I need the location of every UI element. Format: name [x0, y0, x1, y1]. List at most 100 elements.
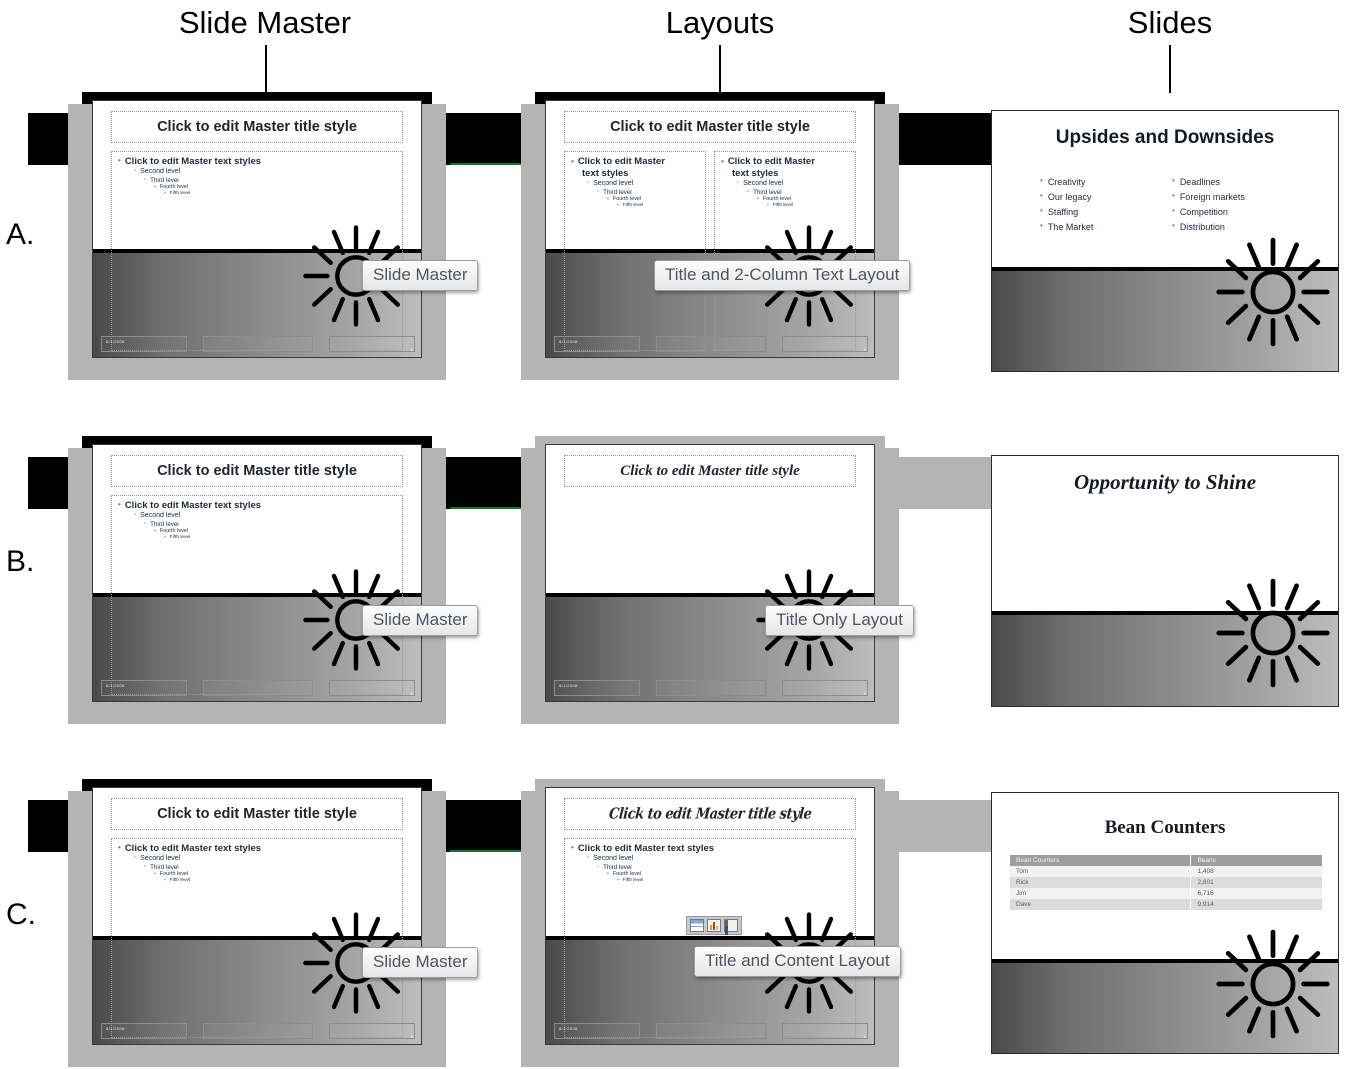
- bullet-glyph: ▫: [134, 167, 137, 174]
- bullet-glyph: •: [118, 500, 121, 509]
- master-level-4: ▪ Fourth level: [154, 871, 189, 878]
- master-level-4: ▪ Fourth level: [154, 528, 189, 535]
- layout-panel-a[interactable]: Click to edit Master title style • Click …: [521, 92, 899, 380]
- footer-date-placeholder[interactable]: 8/1/2008: [101, 336, 187, 352]
- master-title-text: Click to edit Master title style: [157, 806, 357, 822]
- master-title-placeholder[interactable]: Click to edit Master title style: [111, 798, 403, 830]
- master-level-2: ▫ Second level: [134, 854, 181, 862]
- footer-number-placeholder[interactable]: [329, 336, 415, 352]
- slide-master-panel-b[interactable]: Click to edit Master title style • Click …: [68, 436, 446, 724]
- content-placeholder-icons[interactable]: [686, 916, 742, 935]
- footer-text-placeholder[interactable]: [203, 336, 313, 352]
- bullet-glyph: •: [1040, 176, 1043, 185]
- footer-date-text: 8/1/2008: [106, 1026, 125, 1031]
- layout-level-4: ▪ Fourth level: [607, 871, 642, 878]
- footer-text-placeholder[interactable]: [203, 680, 313, 696]
- master-title-placeholder[interactable]: Click to edit Master title style: [111, 111, 403, 143]
- table-col-header-beans: Beans: [1190, 855, 1322, 866]
- master-title-text: Click to edit Master title style: [157, 463, 357, 479]
- table-icon[interactable]: [690, 919, 704, 932]
- connector-ribbon-c-right: [888, 800, 1003, 852]
- finished-slide-b[interactable]: Opportunity to Shine: [991, 455, 1339, 707]
- layout-title-placeholder[interactable]: Click to edit Master title style: [564, 111, 856, 143]
- footer-date-placeholder[interactable]: 8/1/2008: [554, 680, 640, 696]
- bullet-glyph: •: [721, 157, 724, 166]
- layout-level-3: ▫ Third level: [747, 188, 782, 196]
- bullet-glyph: •: [118, 156, 121, 165]
- footer-slide-number: ▲: [409, 691, 415, 697]
- footer-text-placeholder[interactable]: [203, 1023, 313, 1039]
- leader-line-layouts: [719, 45, 721, 93]
- slide-master-panel-c[interactable]: Click to edit Master title style • Click …: [68, 779, 446, 1067]
- table-cell-name: Jim: [1016, 890, 1027, 897]
- connector-ribbon-a-right: [888, 113, 1003, 165]
- footer-date-text: 8/1/2008: [559, 683, 578, 688]
- master-slide-canvas-b[interactable]: Click to edit Master title style • Click …: [92, 444, 422, 702]
- bullet-glyph: ▫: [134, 511, 137, 518]
- master-level-1: • Click to edit Master text styles: [118, 156, 262, 167]
- bullet-glyph: ▪: [617, 878, 619, 884]
- master-level-5: ▪ Fifth level: [164, 878, 191, 884]
- bullet-item: • Competition: [1172, 206, 1228, 218]
- footer-number-placeholder[interactable]: [782, 680, 868, 696]
- bullet-glyph: ▪: [164, 191, 166, 197]
- table-row: Tom 1,408: [1010, 866, 1322, 877]
- footer-text-placeholder[interactable]: [656, 336, 766, 352]
- footer-date-text: 8/1/2008: [559, 339, 578, 344]
- footer-number-placeholder[interactable]: [782, 1023, 868, 1039]
- footer-number-placeholder[interactable]: [329, 680, 415, 696]
- footer-date-placeholder[interactable]: 8/1/2008: [101, 680, 187, 696]
- layout-footer-strip: 8/1/2008 ▲: [546, 331, 874, 357]
- footer-date-placeholder[interactable]: 8/1/2008: [101, 1023, 187, 1039]
- footer-number-placeholder[interactable]: [329, 1023, 415, 1039]
- master-slide-canvas-c[interactable]: Click to edit Master title style • Click …: [92, 787, 422, 1045]
- layout-level-2: ▫ Second level: [587, 854, 634, 862]
- layout-level-5: ▪ Fifth level: [617, 203, 644, 208]
- layout-title-placeholder[interactable]: Click to edit Master title style: [564, 798, 856, 830]
- master-title-placeholder[interactable]: Click to edit Master title style: [111, 455, 403, 487]
- footer-text-placeholder[interactable]: [656, 1023, 766, 1039]
- bullet-item: • Staffing: [1040, 206, 1079, 218]
- footer-text-placeholder[interactable]: [656, 680, 766, 696]
- column-header-slide-master: Slide Master: [178, 5, 352, 40]
- table-row: Jim 6,716: [1010, 888, 1322, 899]
- table-cell-name: Tom: [1016, 868, 1029, 875]
- layout-slide-canvas-b[interactable]: Click to edit Master title style 8/1/200…: [545, 444, 875, 702]
- bullet-glyph: ▪: [154, 184, 156, 191]
- bullet-item: • Deadlines: [1172, 176, 1220, 188]
- tooltip-slide-master-b: Slide Master: [362, 605, 479, 636]
- tooltip-two-column-layout: Title and 2-Column Text Layout: [654, 260, 911, 291]
- footer-number-placeholder[interactable]: [782, 336, 868, 352]
- slide-bullets-right-a: • Deadlines • Foreign markets • Competition…: [1172, 177, 1245, 237]
- footer-slide-number: ▲: [862, 691, 868, 697]
- layout-footer-strip: 8/1/2008 ▲: [546, 1018, 874, 1044]
- master-slide-canvas-a[interactable]: Click to edit Master title style • Click …: [92, 100, 422, 358]
- master-level-5: ▪ Fifth level: [164, 535, 191, 541]
- finished-slide-c[interactable]: Bean Counters Bean Counters Beans Tom 1,…: [991, 792, 1339, 1054]
- master-level-3: ▫ Third level: [144, 520, 179, 528]
- footer-date-placeholder[interactable]: 8/1/2008: [554, 1023, 640, 1039]
- layout-panel-c[interactable]: Click to edit Master title style • Click …: [521, 779, 899, 1067]
- layout-body-placeholder-left[interactable]: • Click to edit Master text styles ▫ Secon…: [564, 151, 706, 351]
- bullet-glyph: ▫: [587, 179, 590, 186]
- layout-title-placeholder[interactable]: Click to edit Master title style: [564, 455, 856, 487]
- bean-counters-table[interactable]: Bean Counters Beans Tom 1,408 Rick 2,801…: [1010, 855, 1322, 910]
- bullet-item: • Our legacy: [1040, 191, 1092, 203]
- finished-slide-a[interactable]: Upsides and Downsides • Creativity • Our l…: [991, 110, 1339, 372]
- chart-icon[interactable]: [707, 919, 721, 932]
- layout-level-4: ▪ Fourth level: [757, 196, 792, 203]
- table-cell-beans: 2,801: [1190, 877, 1322, 888]
- slide-master-panel-a[interactable]: Click to edit Master title style • Click …: [68, 92, 446, 380]
- layout-panel-b[interactable]: Click to edit Master title style 8/1/200…: [521, 436, 899, 724]
- layout-level-1: • Click to edit Master text styles: [571, 843, 715, 854]
- footer-date-placeholder[interactable]: 8/1/2008: [554, 336, 640, 352]
- footer-date-text: 8/1/2008: [106, 683, 125, 688]
- clipart-icon[interactable]: [724, 919, 738, 935]
- column-header-layouts: Layouts: [665, 5, 775, 40]
- master-title-text: Click to edit Master title style: [157, 119, 357, 135]
- footer-slide-number: ▲: [862, 347, 868, 353]
- layout-slide-canvas-c[interactable]: Click to edit Master title style • Click …: [545, 787, 875, 1045]
- tooltip-title-content-layout: Title and Content Layout: [694, 946, 901, 977]
- layout-slide-canvas-a[interactable]: Click to edit Master title style • Click …: [545, 100, 875, 358]
- bullet-item: • Creativity: [1040, 176, 1086, 188]
